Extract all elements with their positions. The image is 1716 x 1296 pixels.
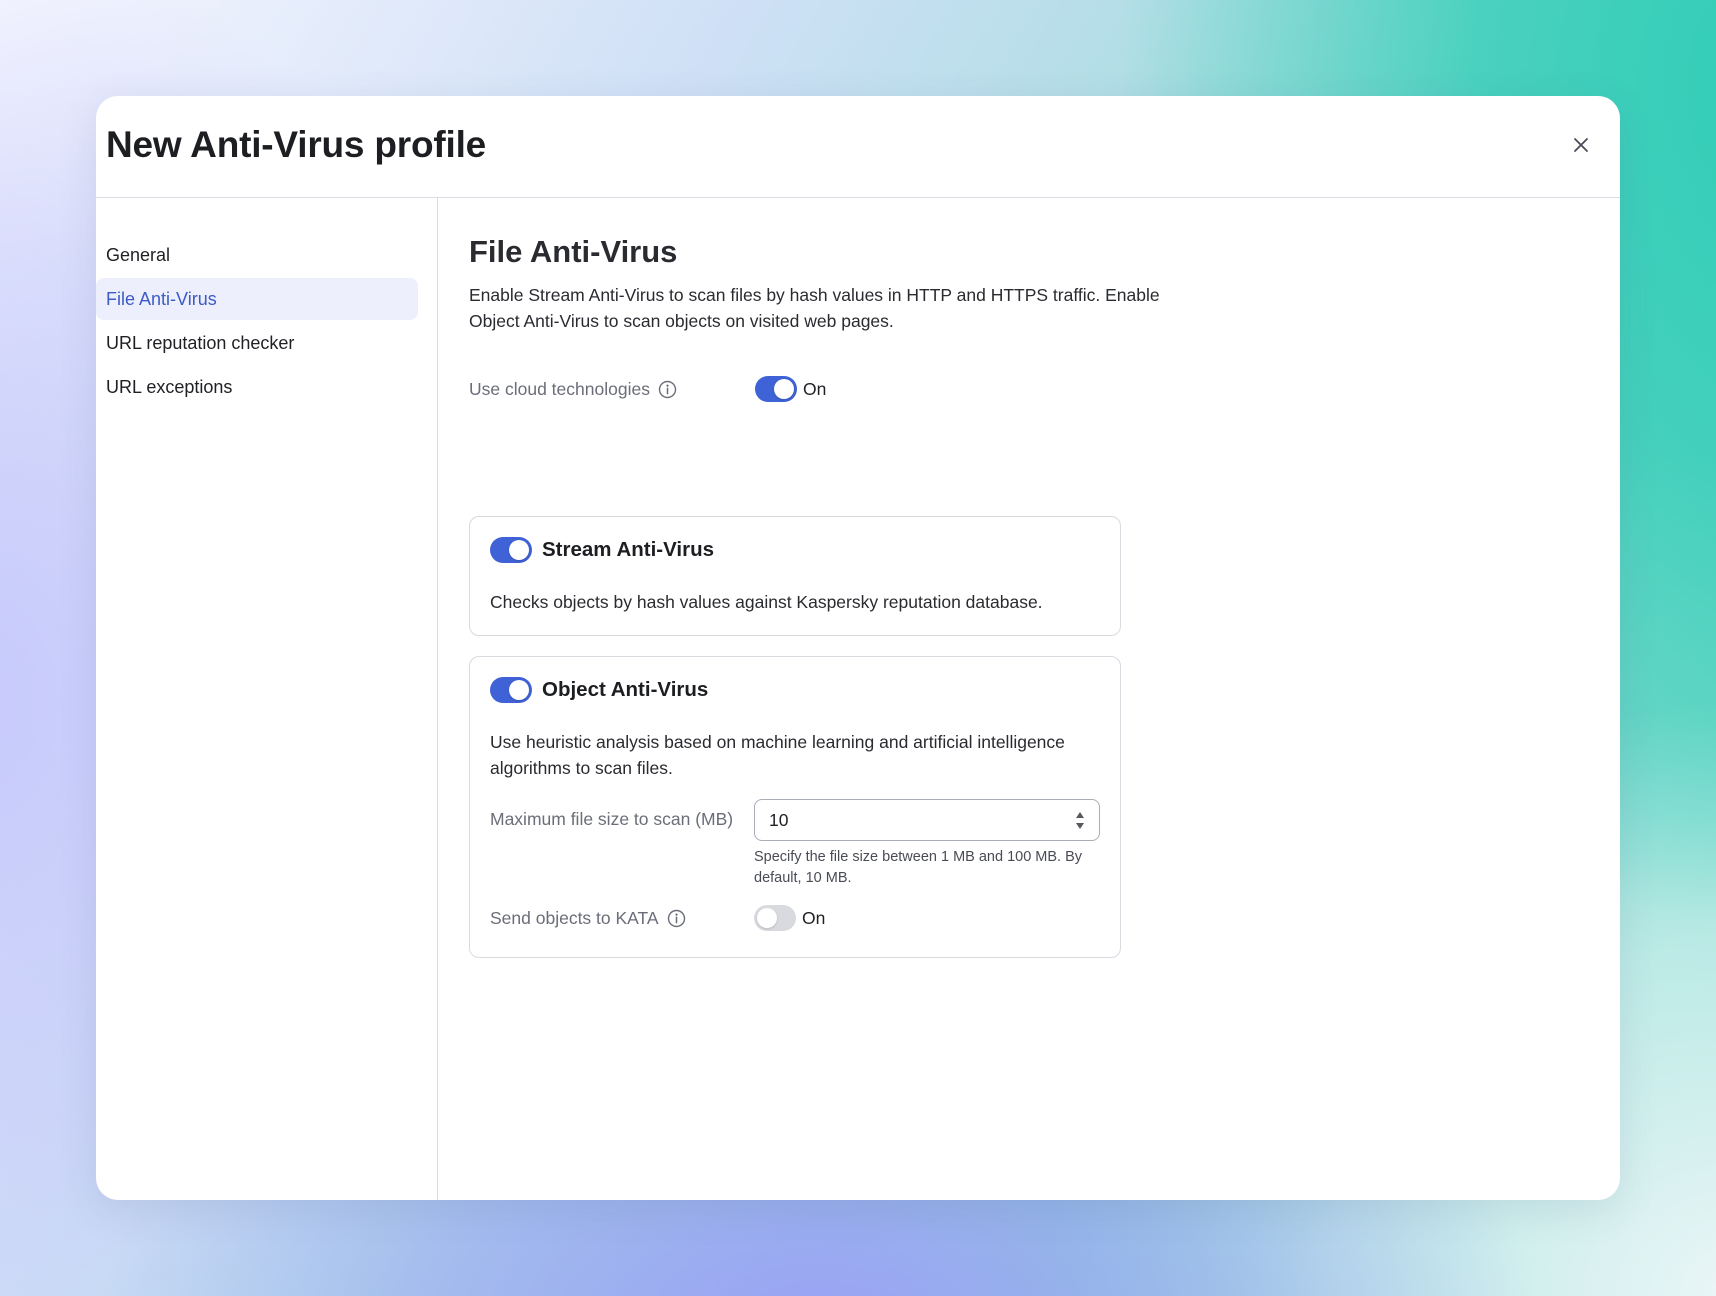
section-title: File Anti-Virus: [469, 234, 678, 269]
info-icon[interactable]: [667, 909, 686, 928]
toggle-knob: [757, 908, 777, 928]
sidebar-item-label: URL reputation checker: [106, 332, 295, 353]
cloud-technologies-row: Use cloud technologies On: [469, 374, 826, 404]
stepper-arrows-icon[interactable]: [1075, 811, 1085, 830]
stream-card-header: Stream Anti-Virus: [490, 537, 714, 563]
send-to-kata-row: Send objects to KATA On: [490, 905, 825, 931]
stream-anti-virus-card: Stream Anti-Virus Checks objects by hash…: [469, 516, 1121, 636]
stream-card-description: Checks objects by hash values against Ka…: [490, 592, 1043, 612]
cloud-technologies-state: On: [803, 378, 827, 399]
section-description: Enable Stream Anti-Virus to scan files b…: [469, 285, 1160, 331]
main-content: File Anti-Virus Enable Stream Anti-Virus…: [438, 198, 1620, 1200]
send-to-kata-state: On: [802, 907, 826, 928]
send-to-kata-toggle[interactable]: [754, 905, 796, 931]
cloud-technologies-toggle[interactable]: [755, 376, 797, 402]
send-to-kata-label: Send objects to KATA: [490, 907, 659, 928]
dialog-title: New Anti-Virus profile: [106, 124, 487, 165]
sidebar-item-label: File Anti-Virus: [106, 288, 217, 309]
toggle-knob: [509, 540, 529, 560]
stream-card-title: Stream Anti-Virus: [542, 538, 715, 561]
max-file-size-value: 10: [769, 809, 789, 830]
dialog-header: New Anti-Virus profile: [96, 96, 1620, 198]
stream-anti-virus-toggle[interactable]: [490, 537, 532, 563]
max-file-size-label: Maximum file size to scan (MB): [490, 809, 734, 829]
info-icon[interactable]: [658, 380, 677, 399]
object-card-title: Object Anti-Virus: [542, 678, 709, 701]
object-card-description: Use heuristic analysis based on machine …: [490, 732, 1065, 778]
send-to-kata-label-group: Send objects to KATA: [490, 908, 754, 929]
sidebar-item-label: General: [106, 244, 171, 265]
sidebar-item-file-anti-virus[interactable]: File Anti-Virus: [96, 278, 418, 320]
sidebar-item-url-exceptions[interactable]: URL exceptions: [96, 366, 418, 408]
sidebar-item-url-reputation-checker[interactable]: URL reputation checker: [96, 322, 418, 364]
cloud-technologies-label-group: Use cloud technologies: [469, 379, 755, 400]
sidebar-nav: General File Anti-Virus URL reputation c…: [96, 198, 438, 1200]
new-profile-dialog: New Anti-Virus profile General File Anti…: [96, 96, 1620, 1200]
toggle-knob: [509, 680, 529, 700]
max-file-size-row: Maximum file size to scan (MB) 10: [490, 799, 1100, 841]
close-icon: [1574, 138, 1588, 152]
max-file-size-input[interactable]: 10: [754, 799, 1100, 841]
object-anti-virus-card: Object Anti-Virus Use heuristic analysis…: [469, 656, 1121, 958]
cloud-technologies-label: Use cloud technologies: [469, 378, 650, 399]
object-card-header: Object Anti-Virus: [490, 677, 708, 703]
max-file-size-hint: Specify the file size between 1 MB and 1…: [754, 849, 1083, 886]
close-button[interactable]: [1568, 132, 1594, 158]
sidebar-item-label: URL exceptions: [106, 376, 233, 397]
object-anti-virus-toggle[interactable]: [490, 677, 532, 703]
toggle-knob: [774, 379, 794, 399]
sidebar-item-general[interactable]: General: [96, 234, 418, 276]
